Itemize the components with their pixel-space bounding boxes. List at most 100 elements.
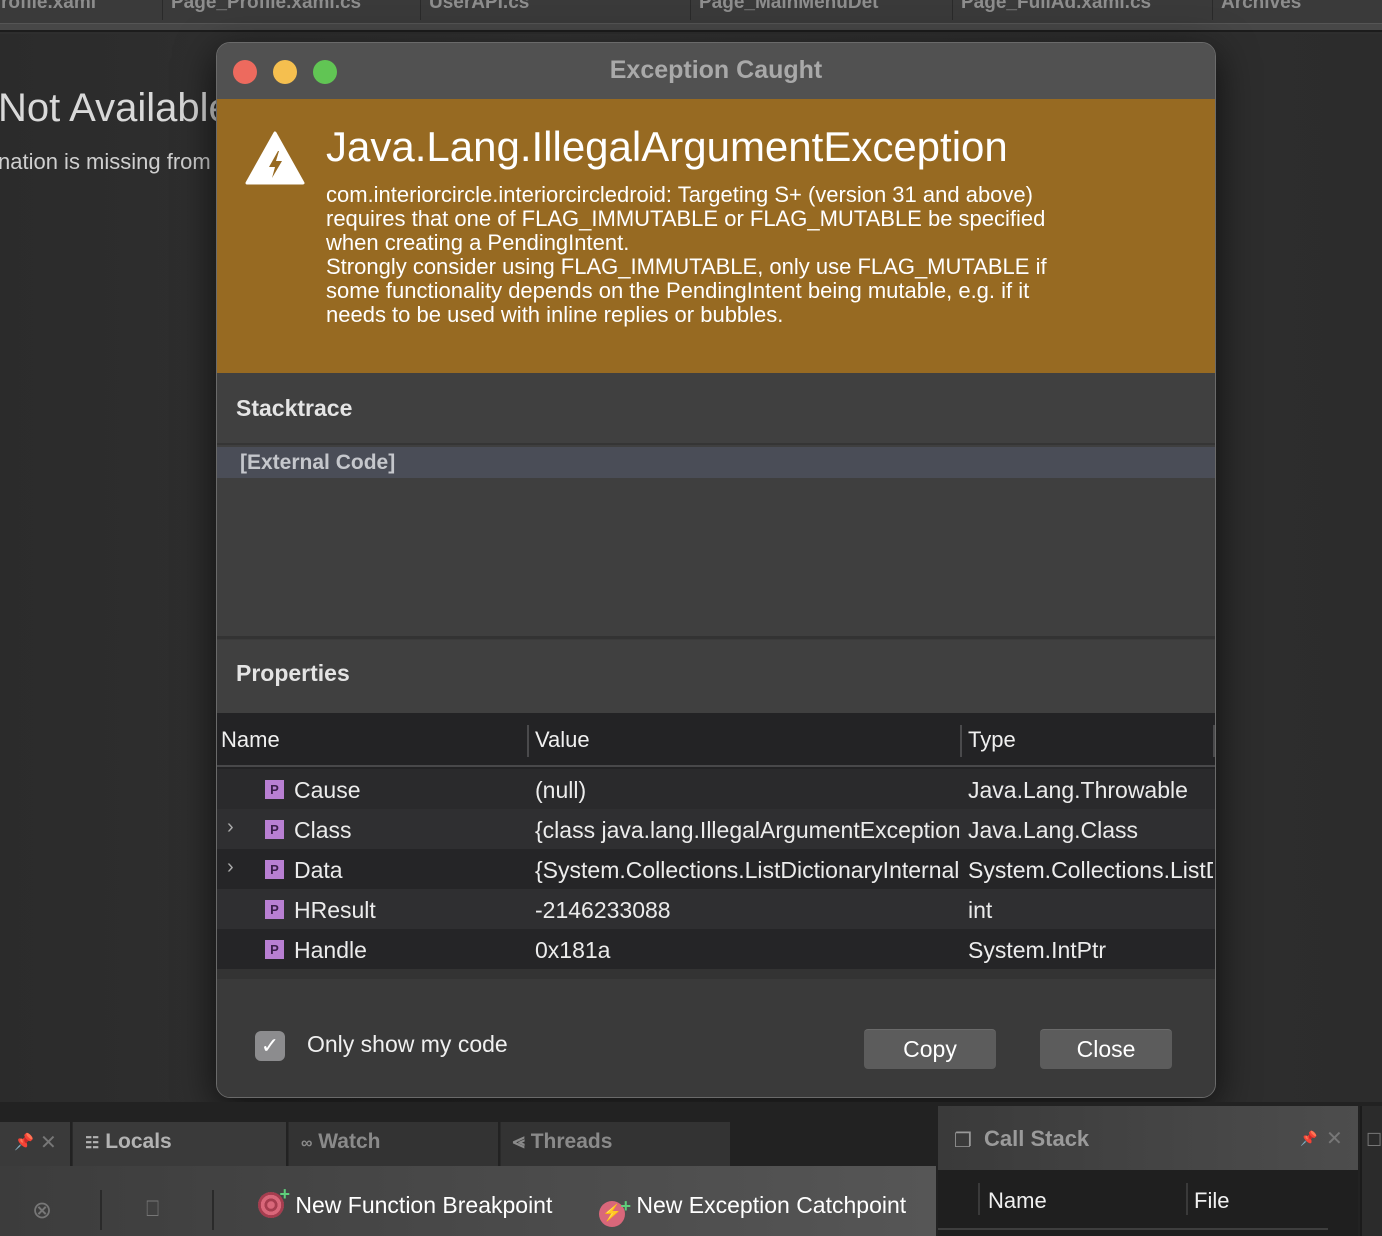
locals-icon: ☷ <box>85 1135 100 1152</box>
editor-tab[interactable]: Page_FullAd.xaml.cs <box>952 0 1192 20</box>
properties-header: Properties <box>217 640 1215 713</box>
column-resize-handle[interactable] <box>978 1183 980 1215</box>
panel-pin-close: 📌 ✕ <box>0 1122 70 1166</box>
properties-label: Properties <box>236 660 350 686</box>
clear-circle-x-icon[interactable]: ⊗ <box>32 1196 52 1225</box>
property-row[interactable]: › P Class {class java.lang.IllegalArgume… <box>217 809 1215 849</box>
tab-threads[interactable]: ⪡ Threads <box>500 1122 730 1166</box>
header-divider <box>938 1228 1328 1230</box>
editor-tab[interactable]: Page_Profile.xaml.cs <box>162 0 402 20</box>
property-icon: P <box>265 940 284 959</box>
tab-watch[interactable]: ∞ Watch <box>288 1122 498 1166</box>
dialog-titlebar[interactable]: Exception Caught <box>217 43 1215 99</box>
call-stack-title[interactable]: Call Stack <box>984 1126 1089 1152</box>
editor-tab[interactable]: Archives <box>1212 0 1382 20</box>
call-stack-table-header: Name File <box>938 1170 1358 1236</box>
copy-button[interactable]: Copy <box>864 1029 996 1069</box>
breakpoints-toolbar: ⊗ ⎕ + New Function Breakpoint ⚡ + New Exc… <box>0 1166 936 1236</box>
property-type: Java.Lang.Class <box>968 817 1139 843</box>
breakpoint-target-icon: + <box>258 1184 290 1218</box>
only-show-my-code-checkbox[interactable]: ✓ <box>255 1031 285 1061</box>
editor-tab[interactable]: UserAPI.cs <box>420 0 680 20</box>
chevron-right-icon[interactable]: › <box>227 816 234 839</box>
editor-tab-bar: rofile.xaml Page_Profile.xaml.cs UserAPI… <box>0 0 1382 24</box>
property-row[interactable]: P Handle 0x181a System.IntPtr <box>217 929 1215 969</box>
property-type: int <box>968 897 993 923</box>
panel-icon[interactable]: ☐ <box>1366 1130 1382 1151</box>
editor-tab[interactable]: Page_MainMenuDet <box>690 0 930 20</box>
column-resize-handle[interactable] <box>527 725 529 757</box>
properties-table-header: Name Value Type <box>217 713 1215 767</box>
call-stack-panel: ❐ Call Stack 📌 ✕ Name File <box>938 1106 1358 1236</box>
property-row[interactable]: P Cause (null) Java.Lang.Throwable <box>217 769 1215 809</box>
property-icon: P <box>265 780 284 799</box>
watch-icon: ∞ <box>301 1135 313 1152</box>
threads-icon: ⪡ <box>513 1130 525 1153</box>
property-value: {System.Collections.ListDictionaryIntern… <box>535 857 959 883</box>
pin-icon[interactable]: 📌 <box>14 1132 34 1152</box>
tab-locals[interactable]: ☷ Locals <box>72 1122 286 1166</box>
editor-tab[interactable]: rofile.xaml <box>0 0 162 20</box>
background-page-title: Not Available <box>0 86 231 130</box>
tab-label: Watch <box>318 1130 381 1153</box>
tab-strip-divider <box>0 24 1382 32</box>
property-value: {class java.lang.IllegalArgumentExceptio… <box>535 817 959 843</box>
property-type: Java.Lang.Throwable <box>968 777 1188 803</box>
dialog-title: Exception Caught <box>609 56 823 84</box>
property-icon: P <box>265 860 284 879</box>
property-icon: P <box>265 900 284 919</box>
column-header-value[interactable]: Value <box>535 727 590 753</box>
column-resize-handle[interactable] <box>960 725 962 757</box>
new-function-breakpoint-label: New Function Breakpoint <box>295 1192 553 1218</box>
chevron-right-icon[interactable]: › <box>227 856 234 879</box>
column-header-name[interactable]: Name <box>988 1188 1047 1214</box>
properties-table: Name Value Type P Cause (null) Java.Lang… <box>217 713 1215 969</box>
stacktrace-frame[interactable]: [External Code] <box>217 447 1215 478</box>
stacktrace-frame-label: [External Code] <box>240 451 396 474</box>
new-exception-catchpoint-button[interactable]: ⚡ + New Exception Catchpoint <box>599 1192 906 1227</box>
background-page-subtitle: nation is missing from <box>0 149 211 174</box>
column-header-type[interactable]: Type <box>968 727 1016 753</box>
pin-icon[interactable]: 📌 <box>1300 1130 1317 1147</box>
close-icon[interactable]: ✕ <box>40 1130 57 1155</box>
property-name: Handle <box>294 937 367 963</box>
stacktrace-label: Stacktrace <box>236 395 353 421</box>
column-resize-handle[interactable] <box>1213 725 1215 757</box>
new-function-breakpoint-button[interactable]: + New Function Breakpoint <box>258 1184 553 1219</box>
close-button[interactable]: Close <box>1040 1029 1172 1069</box>
property-name: Cause <box>294 777 361 803</box>
only-show-my-code-label[interactable]: Only show my code <box>307 1031 508 1058</box>
property-value: -2146233088 <box>535 897 671 923</box>
property-value: (null) <box>535 777 587 803</box>
warning-lightning-icon <box>245 131 305 185</box>
dialog-footer: ✓ Only show my code Copy Close <box>217 969 1215 1097</box>
next-panel-edge: ☐ <box>1360 1106 1382 1236</box>
checkmark-icon: ✓ <box>260 1033 280 1058</box>
call-stack-icon: ❐ <box>954 1130 972 1152</box>
property-row[interactable]: › P Data {System.Collections.ListDiction… <box>217 849 1215 889</box>
property-type: System.IntPtr <box>968 937 1107 963</box>
exception-type: Java.Lang.IllegalArgumentException <box>326 123 1008 170</box>
new-exception-catchpoint-label: New Exception Catchpoint <box>636 1192 907 1218</box>
close-icon[interactable]: ✕ <box>1326 1126 1343 1151</box>
toolbar-divider <box>100 1190 102 1230</box>
column-resize-handle[interactable] <box>1186 1183 1188 1215</box>
column-header-name[interactable]: Name <box>221 727 280 753</box>
property-type: System.Collections.ListDictionaryInterna… <box>968 857 1213 883</box>
column-header-file[interactable]: File <box>1194 1188 1229 1214</box>
toggle-breakpoints-icon[interactable]: ⎕ <box>146 1196 159 1222</box>
exception-dialog: Exception Caught Java.Lang.IllegalArgume… <box>216 42 1216 1098</box>
stacktrace-header: Stacktrace <box>217 373 1215 445</box>
exception-catchpoint-icon: ⚡ + <box>599 1196 631 1227</box>
property-name: HResult <box>294 897 376 923</box>
tab-label: Threads <box>530 1130 613 1153</box>
stacktrace-list: [External Code] <box>217 445 1215 639</box>
toolbar-divider <box>212 1190 214 1230</box>
property-row[interactable]: P HResult -2146233088 int <box>217 889 1215 929</box>
property-name: Data <box>294 857 343 883</box>
property-name: Class <box>294 817 352 843</box>
exception-message: com.interiorcircle.interiorcircledroid: … <box>326 182 1047 327</box>
tab-label: Locals <box>105 1130 172 1153</box>
debug-panels: 📌 ✕ ☷ Locals ∞ Watch ⪡ Threads ⊗ ⎕ + New… <box>0 1102 1382 1236</box>
property-value: 0x181a <box>535 937 611 963</box>
